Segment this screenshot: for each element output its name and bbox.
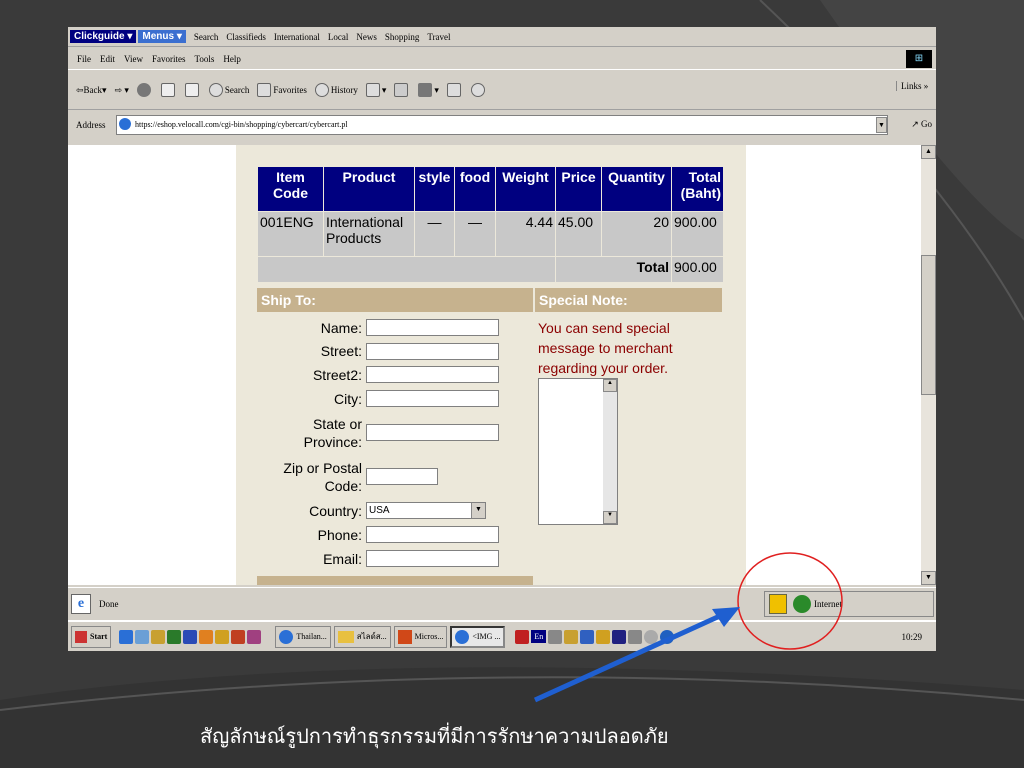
- annotation-overlay: [533, 552, 843, 703]
- slide-caption: สัญลักษณ์รูปการทำธุรกรรมที่มีการรักษาควา…: [200, 724, 669, 748]
- highlight-circle: [737, 552, 843, 650]
- pointer-arrow-line: [533, 612, 724, 703]
